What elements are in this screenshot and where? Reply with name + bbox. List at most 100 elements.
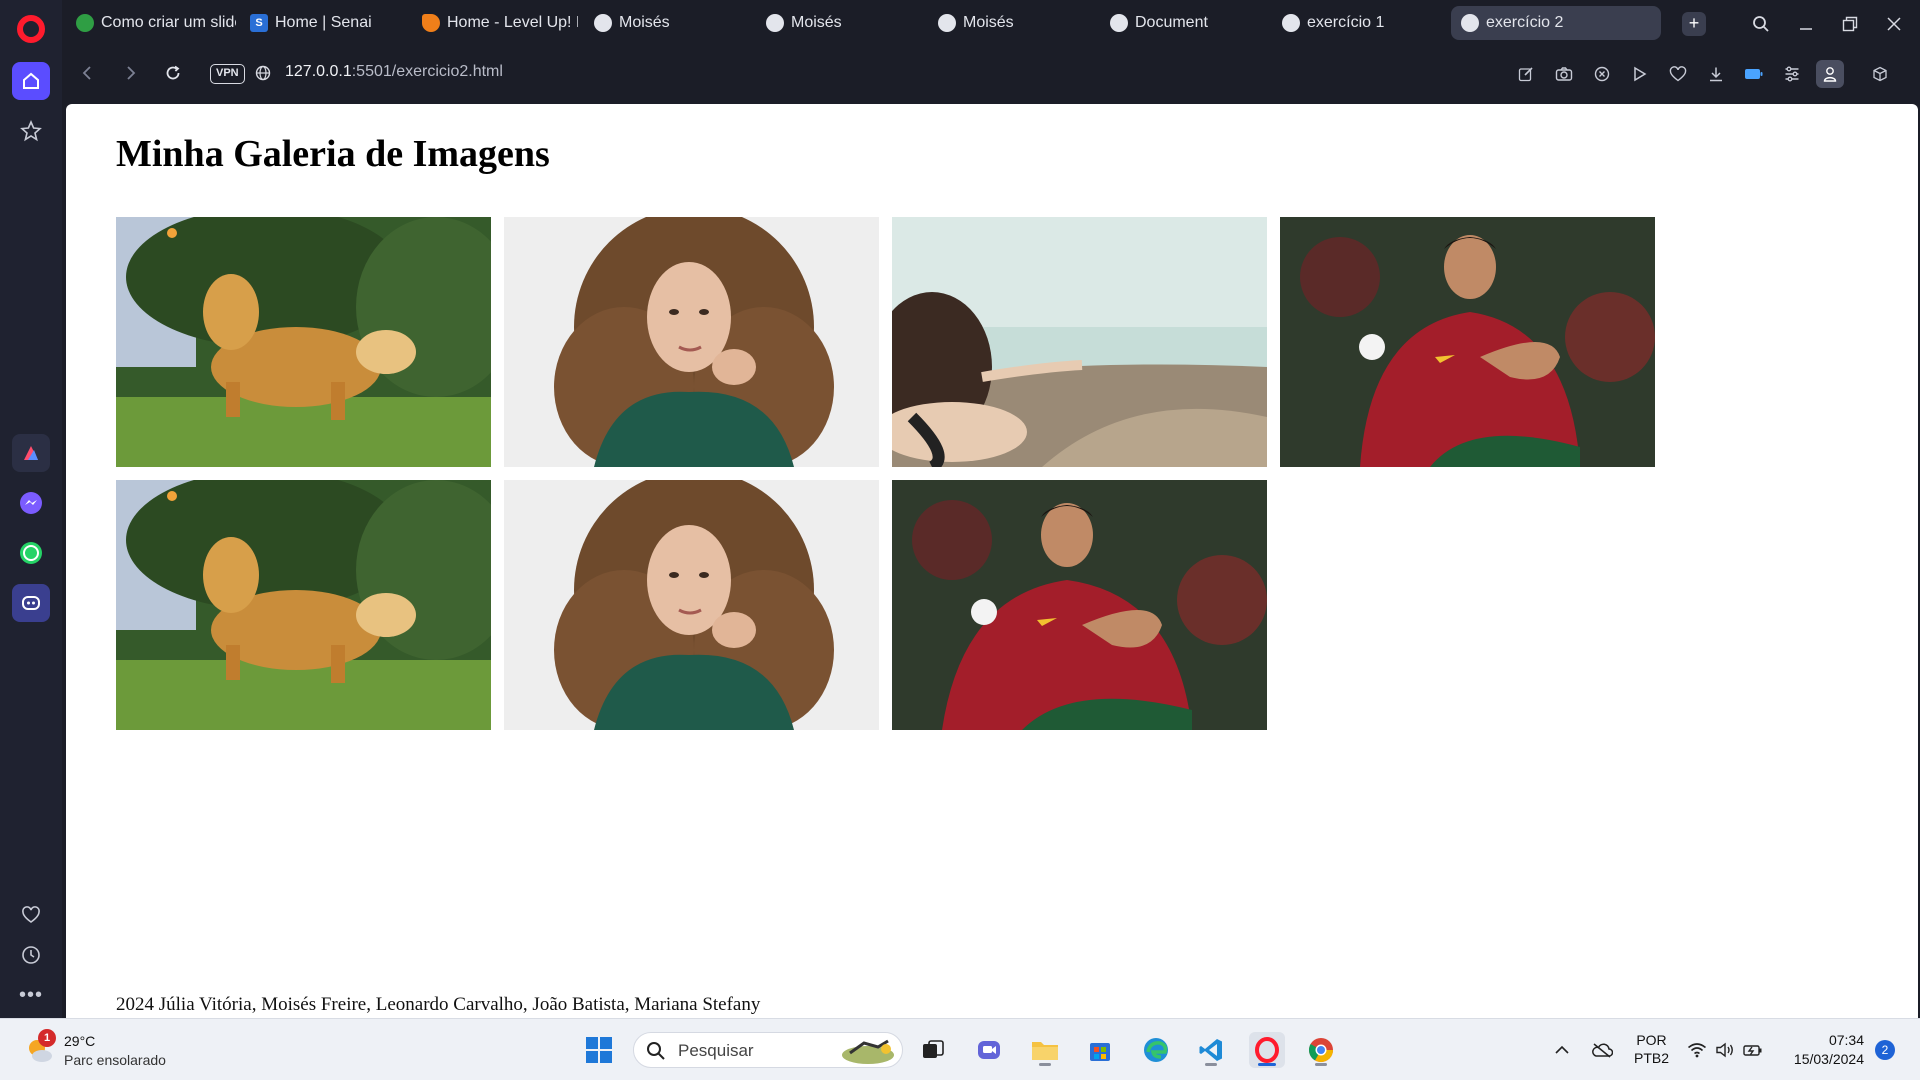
windows-start-icon[interactable] <box>581 1032 617 1068</box>
image-gallery <box>116 217 1676 730</box>
windows-taskbar: 1 29°C Parc ensolarado Pesquisar POR PTB… <box>0 1018 1920 1080</box>
more-options-icon[interactable]: ••• <box>12 976 50 1014</box>
battery-saver-icon[interactable] <box>1742 62 1766 86</box>
opera-browser-icon[interactable] <box>1249 1032 1285 1068</box>
tab-label: Moisés <box>791 14 842 31</box>
tab-level-up[interactable]: Home - Level Up! Br <box>412 6 578 40</box>
web-page-viewport: Minha Galeria de Imagens 2024 Júlia Vitó… <box>66 104 1918 1018</box>
tab-exercicio-2[interactable]: exercício 2 <box>1451 6 1661 40</box>
discord-icon[interactable] <box>12 584 50 622</box>
globe-icon <box>594 14 612 32</box>
wifi-icon[interactable] <box>1685 1039 1709 1061</box>
globe-icon <box>766 14 784 32</box>
edge-browser-icon[interactable] <box>1138 1032 1174 1068</box>
globe-icon <box>1110 14 1128 32</box>
tab-label: Moisés <box>619 14 670 31</box>
vpn-badge[interactable]: VPN <box>210 64 245 84</box>
system-clock[interactable]: 07:34 15/03/2024 <box>1782 1031 1864 1069</box>
green-circle-icon <box>76 14 94 32</box>
aria-ai-icon[interactable] <box>12 434 50 472</box>
battery-charging-icon[interactable] <box>1741 1039 1765 1061</box>
file-explorer-icon[interactable] <box>1027 1032 1063 1068</box>
url-host: 127.0.0.1 <box>285 63 352 80</box>
gallery-image-woman-curly-hair <box>504 480 879 730</box>
edit-page-icon[interactable] <box>1514 62 1538 86</box>
clock-time: 07:34 <box>1828 1032 1864 1048</box>
page-footer: 2024 Júlia Vitória, Moisés Freire, Leona… <box>116 994 761 1015</box>
bookmark-heart-icon[interactable] <box>1666 62 1690 86</box>
globe-icon <box>1461 14 1479 32</box>
tab-label: Como criar um slider <box>101 14 236 31</box>
chrome-browser-icon[interactable] <box>1303 1032 1339 1068</box>
tab-como-criar-slider[interactable]: Como criar um slider <box>66 6 236 40</box>
gallery-image-woman-curly-hair <box>504 217 879 467</box>
taskbar-search-box[interactable]: Pesquisar <box>633 1032 903 1068</box>
snapshot-camera-icon[interactable] <box>1552 62 1576 86</box>
home-icon[interactable] <box>12 62 50 100</box>
heart-icon[interactable] <box>12 896 50 934</box>
new-tab-plus-icon[interactable]: + <box>1682 12 1706 36</box>
page-title: Minha Galeria de Imagens <box>116 133 550 175</box>
minimize-icon[interactable] <box>1792 10 1820 38</box>
tab-moises-2[interactable]: Moisés <box>756 6 916 40</box>
tab-moises-3[interactable]: Moisés <box>928 6 1088 40</box>
gallery-image-dog <box>116 480 491 730</box>
opera-logo-icon[interactable] <box>17 15 45 43</box>
speed-dial-star-icon[interactable] <box>12 112 50 150</box>
search-highlight-illustration-icon <box>842 1039 894 1064</box>
url-path: :5501/exercicio2.html <box>351 63 503 80</box>
language-code: POR <box>1636 1032 1667 1048</box>
clock-date: 15/03/2024 <box>1793 1051 1864 1067</box>
vscode-icon[interactable] <box>1193 1032 1229 1068</box>
extensions-cube-icon[interactable] <box>1868 62 1892 86</box>
tab-label: Home | Senai <box>275 14 372 31</box>
easy-setup-sliders-icon[interactable] <box>1780 62 1804 86</box>
app-running-indicator <box>1205 1063 1217 1066</box>
messenger-icon[interactable] <box>12 484 50 522</box>
weather-alert-badge: 1 <box>38 1029 56 1047</box>
back-arrow-icon[interactable] <box>74 60 100 86</box>
show-hidden-icons-chevron-icon[interactable] <box>1550 1039 1574 1061</box>
tab-document[interactable]: Document <box>1100 6 1260 40</box>
address-bar: VPN 127.0.0.1:5501/exercicio2.html <box>62 46 1920 100</box>
tab-label: Moisés <box>963 14 1014 31</box>
search-placeholder: Pesquisar <box>678 1041 754 1060</box>
gallery-image-football-player <box>892 480 1267 730</box>
reload-icon[interactable] <box>160 60 186 86</box>
history-clock-icon[interactable] <box>12 936 50 974</box>
url-field[interactable]: 127.0.0.1:5501/exercicio2.html <box>285 63 503 81</box>
orange-speech-icon <box>422 14 440 32</box>
tab-label: Document <box>1135 14 1208 31</box>
onedrive-cloud-icon[interactable] <box>1590 1039 1614 1061</box>
tab-label: exercício 2 <box>1486 14 1564 31</box>
microsoft-store-icon[interactable] <box>1082 1032 1118 1068</box>
tab-search-icon[interactable] <box>1747 10 1775 38</box>
close-window-icon[interactable] <box>1880 10 1908 38</box>
app-active-indicator <box>1258 1063 1276 1066</box>
volume-speaker-icon[interactable] <box>1713 1039 1737 1061</box>
tab-moises-1[interactable]: Moisés <box>584 6 744 40</box>
tab-strip: Como criar um slider S Home | Senai Home… <box>62 0 1920 46</box>
tab-exercicio-1[interactable]: exercício 1 <box>1272 6 1432 40</box>
profile-avatar-icon[interactable] <box>1816 60 1844 88</box>
downloads-icon[interactable] <box>1704 62 1728 86</box>
weather-description[interactable]: Parc ensolarado <box>64 1052 166 1068</box>
weather-temperature[interactable]: 29°C <box>64 1033 95 1049</box>
app-running-indicator <box>1039 1063 1051 1066</box>
player-play-icon[interactable] <box>1628 62 1652 86</box>
app-running-indicator <box>1315 1063 1327 1066</box>
forward-arrow-icon[interactable] <box>118 60 144 86</box>
teams-chat-icon[interactable] <box>971 1032 1007 1068</box>
restore-icon[interactable] <box>1836 10 1864 38</box>
tab-label: exercício 1 <box>1307 14 1385 31</box>
globe-icon <box>1282 14 1300 32</box>
site-info-globe-icon[interactable] <box>250 60 276 86</box>
search-icon <box>647 1042 665 1060</box>
whatsapp-icon[interactable] <box>12 534 50 572</box>
tab-label: Home - Level Up! Br <box>447 14 578 31</box>
tab-home-senai[interactable]: S Home | Senai <box>240 6 400 40</box>
ad-blocker-shield-icon[interactable] <box>1590 62 1614 86</box>
task-view-icon[interactable] <box>915 1032 951 1068</box>
input-language[interactable]: POR PTB2 <box>1634 1031 1669 1067</box>
notification-count-badge[interactable]: 2 <box>1875 1040 1895 1060</box>
